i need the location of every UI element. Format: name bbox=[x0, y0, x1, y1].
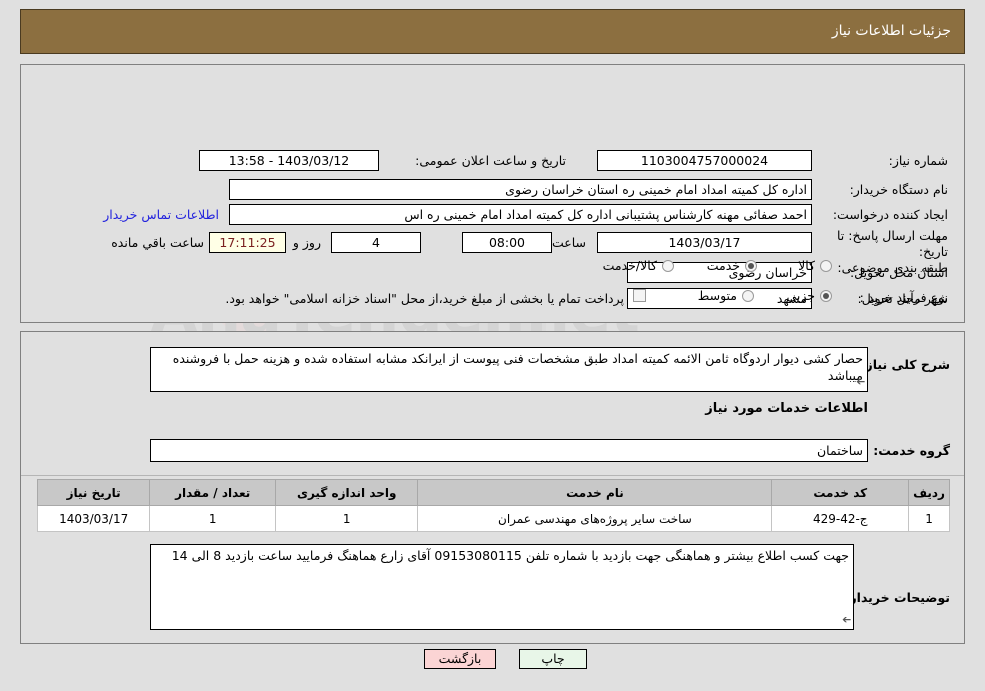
remaining-days-value: 4 bbox=[331, 232, 421, 253]
radio-circle-icon[interactable] bbox=[820, 259, 832, 272]
need-number-value: 1103004757000024 bbox=[597, 150, 812, 171]
category-radio-kala-khedmat[interactable]: کالا/خدمت bbox=[603, 258, 674, 273]
need-information-panel: شماره نیاز: 1103004757000024 تاریخ و ساع… bbox=[20, 64, 965, 323]
table-row: 1 ج-42-429 ساخت سایر پروژه‌های مهندسی عم… bbox=[36, 505, 950, 532]
radio-circle-icon[interactable] bbox=[742, 289, 754, 302]
buyer-organization-label: نام دستگاه خریدار: bbox=[849, 182, 948, 197]
column-header-need-date: تاریخ نیاز bbox=[36, 479, 151, 506]
column-header-name: نام خدمت bbox=[417, 479, 773, 506]
deadline-time-value: 08:00 bbox=[462, 232, 552, 253]
column-header-code: کد خدمت bbox=[771, 479, 910, 506]
page-header-bar: جزئیات اطلاعات نیاز bbox=[20, 9, 965, 54]
need-number-label: شماره نیاز: bbox=[888, 153, 948, 168]
need-summary-label: شرح کلی نیاز: bbox=[860, 357, 950, 372]
column-header-radif: ردیف bbox=[908, 479, 950, 506]
announcement-datetime-label: تاریخ و ساعت اعلان عمومی: bbox=[415, 153, 566, 168]
announcement-datetime-value: 1403/03/12 - 13:58 bbox=[199, 150, 379, 171]
services-section-title: اطلاعات خدمات مورد نیاز bbox=[705, 401, 868, 416]
category-radio-kala[interactable]: کالا bbox=[798, 258, 832, 273]
table-header-row: ردیف کد خدمت نام خدمت واحد اندازه گیری ت… bbox=[36, 479, 950, 506]
column-header-quantity: تعداد / مقدار bbox=[149, 479, 277, 506]
cell-need-date: 1403/03/17 bbox=[36, 505, 151, 532]
buyer-notes-label: توضیحات خریدار: bbox=[844, 590, 950, 605]
response-deadline-label: مهلت ارسال پاسخ: تا تاریخ: bbox=[837, 228, 948, 259]
category-radio-khedmat[interactable]: خدمت bbox=[707, 258, 757, 273]
process-radio-motavaset[interactable]: متوسط bbox=[698, 288, 754, 303]
need-summary-textarea[interactable] bbox=[150, 347, 868, 392]
buyer-organization-value: اداره کل کمیته امداد امام خمینی ره استان… bbox=[229, 179, 812, 200]
radio-circle-selected-icon[interactable] bbox=[745, 259, 757, 272]
divider bbox=[21, 475, 964, 476]
deadline-hour-label: ساعت bbox=[551, 235, 586, 250]
process-option-label: جزیی bbox=[786, 288, 815, 303]
cell-code: ج-42-429 bbox=[771, 505, 910, 532]
back-button[interactable]: بازگشت bbox=[424, 649, 496, 669]
treasury-documents-checkbox[interactable] bbox=[633, 289, 646, 302]
subject-category-label: طبقه بندی موضوعی: bbox=[837, 260, 948, 275]
radio-circle-selected-icon[interactable] bbox=[820, 289, 832, 302]
request-creator-value: احمد صفائی مهنه کارشناس پشتیبانی اداره ک… bbox=[229, 204, 812, 225]
category-option-label: خدمت bbox=[706, 258, 740, 273]
purchase-process-label: نوع فرآیند خرید : bbox=[859, 290, 948, 305]
service-group-label: گروه خدمت: bbox=[873, 443, 950, 458]
radio-circle-icon[interactable] bbox=[662, 259, 674, 272]
cell-unit: 1 bbox=[275, 505, 419, 532]
process-option-label: متوسط bbox=[697, 288, 737, 303]
category-option-label: کالا/خدمت bbox=[602, 258, 657, 273]
countdown-timer-value: 17:11:25 bbox=[209, 232, 286, 253]
buyer-contact-link[interactable]: اطلاعات تماس خریدار bbox=[103, 207, 219, 222]
countdown-timer-label: ساعت باقي مانده bbox=[111, 235, 204, 250]
cell-quantity: 1 bbox=[149, 505, 277, 532]
services-table: ردیف کد خدمت نام خدمت واحد اندازه گیری ت… bbox=[36, 479, 950, 532]
process-radio-jozei[interactable]: جزیی bbox=[786, 288, 832, 303]
treasury-documents-label: پرداخت تمام یا بخشی از مبلغ خرید،از محل … bbox=[225, 291, 624, 306]
category-option-label: کالا bbox=[798, 258, 815, 273]
request-creator-label: ایجاد کننده درخواست: bbox=[832, 207, 948, 222]
service-group-value: ساختمان bbox=[150, 439, 868, 462]
cell-name: ساخت سایر پروژه‌های مهندسی عمران bbox=[417, 505, 773, 532]
remaining-days-label: روز و bbox=[292, 235, 321, 250]
column-header-unit: واحد اندازه گیری bbox=[275, 479, 419, 506]
buyer-notes-textarea[interactable] bbox=[150, 544, 854, 630]
print-button[interactable]: چاپ bbox=[519, 649, 587, 669]
deadline-date-value: 1403/03/17 bbox=[597, 232, 812, 253]
need-detail-panel: شرح کلی نیاز: ➔ اطلاعات خدمات مورد نیاز … bbox=[20, 331, 965, 644]
page-title: جزئیات اطلاعات نیاز bbox=[831, 23, 951, 39]
cell-radif: 1 bbox=[908, 505, 950, 532]
